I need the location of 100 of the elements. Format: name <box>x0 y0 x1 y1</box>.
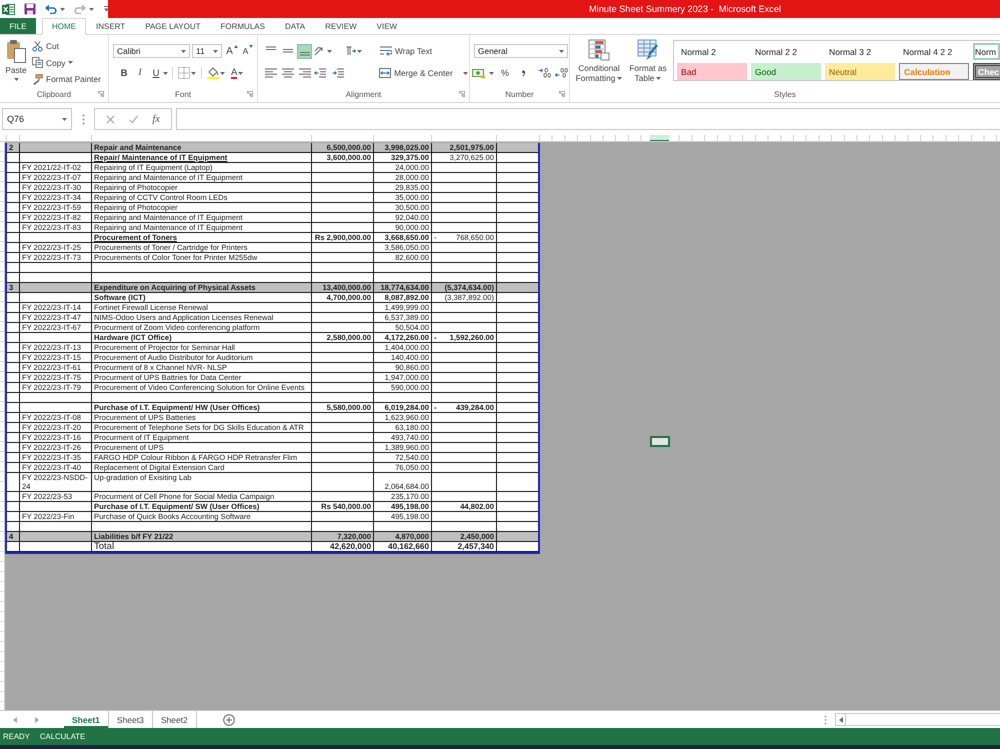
dialog-launcher-icon[interactable] <box>459 91 465 97</box>
caret-icon <box>89 8 94 10</box>
format-painter-button[interactable]: Format Painter <box>32 72 101 86</box>
group-label: Alignment <box>346 90 382 98</box>
checkmark-icon <box>129 114 138 124</box>
enter-button[interactable] <box>129 114 138 124</box>
align-left-button[interactable] <box>263 66 278 80</box>
wrap-text-button[interactable]: Wrap Text <box>379 44 434 58</box>
ribbon-tab[interactable]: INSERT <box>86 18 136 34</box>
insert-function-button[interactable]: fx <box>152 114 160 124</box>
cell-style-option[interactable]: Neutral <box>825 63 895 80</box>
drag-handle-icon <box>824 714 827 724</box>
formula-input[interactable] <box>176 108 1000 130</box>
orientation-button[interactable] <box>313 44 333 58</box>
bold-button[interactable]: B <box>117 66 131 80</box>
ribbon-tab[interactable]: HOME <box>42 18 86 35</box>
fill-color-button[interactable] <box>206 66 226 80</box>
decrease-decimal-button[interactable] <box>555 66 569 80</box>
caret-icon <box>656 77 662 80</box>
align-center-icon <box>282 68 294 78</box>
name-box[interactable]: Q76 <box>2 108 72 130</box>
undo-button[interactable] <box>45 4 65 14</box>
paintbrush-icon <box>32 74 43 84</box>
undo-icon <box>45 4 57 14</box>
bottom-align-button[interactable] <box>297 44 312 58</box>
group-label: Clipboard <box>36 90 72 98</box>
clipboard-icon <box>6 39 26 63</box>
shrink-font-button[interactable]: A <box>241 44 255 58</box>
align-right-button[interactable] <box>297 66 312 80</box>
left-triangle-icon <box>13 716 17 722</box>
merge-cells-icon <box>379 68 392 78</box>
paint-bucket-icon <box>207 67 219 79</box>
redo-icon <box>74 4 86 14</box>
increase-decimal-icon <box>538 68 552 78</box>
group-label: Number <box>505 90 534 98</box>
comma-icon <box>520 68 526 78</box>
align-right-icon <box>298 68 310 78</box>
selected-column-header <box>650 135 669 141</box>
cancel-button[interactable] <box>106 114 116 124</box>
banknote-icon <box>472 68 486 78</box>
font-size-dropdown[interactable]: 11 <box>192 44 222 58</box>
colored-bars-table-icon <box>588 39 610 61</box>
outdent-icon <box>314 68 326 78</box>
ribbon-tab[interactable]: FORMULAS <box>210 18 275 34</box>
dialog-launcher-icon[interactable] <box>247 91 253 97</box>
table-cell: Total <box>92 542 312 551</box>
merge-center-button[interactable]: Merge & Center <box>378 66 470 80</box>
wrap-text-icon <box>380 46 392 56</box>
accounting-format-button[interactable] <box>474 66 492 80</box>
dialog-launcher-icon[interactable] <box>98 91 104 97</box>
copy-icon <box>32 57 43 68</box>
new-sheet-button[interactable] <box>222 711 235 728</box>
increase-decimal-button[interactable] <box>538 66 552 80</box>
font-name-dropdown[interactable]: Calibri <box>113 44 190 58</box>
active-cell[interactable] <box>650 436 670 447</box>
paragraph-arrow-icon <box>344 46 356 56</box>
ribbon-tab[interactable]: VIEW <box>366 18 408 34</box>
cell-style-option[interactable]: Good <box>751 63 821 80</box>
italic-button[interactable]: I <box>133 66 147 80</box>
font-color-button[interactable]: A <box>230 66 244 80</box>
horizontal-scrollbar[interactable] <box>835 713 1000 726</box>
increase-indent-button[interactable] <box>330 66 345 80</box>
align-center-button[interactable] <box>280 66 295 80</box>
caret-icon <box>220 72 225 74</box>
caret-icon <box>163 72 168 74</box>
paste-button[interactable]: Paste <box>3 39 29 88</box>
group-label: Font <box>174 90 191 98</box>
redo-button[interactable] <box>74 4 94 14</box>
save-button[interactable] <box>24 3 36 15</box>
percent-style-button[interactable]: % <box>498 66 512 80</box>
window-title: Minute Sheet Summery 2023 - Microsoft Excel <box>589 4 781 14</box>
drag-handle-icon <box>82 114 84 124</box>
caret-icon <box>60 8 65 10</box>
align-left-icon <box>264 68 276 78</box>
caret-icon <box>238 72 244 74</box>
borders-button[interactable] <box>177 66 197 80</box>
decrease-indent-button[interactable] <box>312 66 327 80</box>
dialog-launcher-icon[interactable] <box>559 91 565 97</box>
conditional-formatting-button[interactable]: Conditional Formatting <box>573 39 625 88</box>
caret-icon <box>181 50 186 52</box>
plus-circle-icon <box>222 714 235 726</box>
number-format-dropdown[interactable]: General <box>474 44 568 58</box>
cell-style-option[interactable]: Norm <box>973 43 1000 60</box>
table-brush-icon <box>637 39 659 61</box>
underline-button[interactable]: U <box>149 66 163 80</box>
format-as-table-button[interactable]: Format as Table <box>627 39 669 88</box>
cancel-icon <box>106 114 116 124</box>
copy-button[interactable]: Copy <box>32 56 101 70</box>
file-menu-tab[interactable]: FILE <box>0 18 36 34</box>
table-cell: 42,620,000 <box>312 542 374 551</box>
cut-button[interactable]: Cut <box>32 39 101 53</box>
ribbon-tab[interactable]: DATA <box>274 18 316 34</box>
ribbon-tab[interactable]: REVIEW <box>315 18 367 34</box>
cell-style-option[interactable]: Bad <box>677 63 747 80</box>
grow-font-button[interactable]: A <box>225 44 239 58</box>
caret-icon <box>357 50 362 52</box>
ribbon-tab[interactable]: PAGE LAYOUT <box>135 18 210 34</box>
caret-icon <box>104 6 109 12</box>
customize-toolbar-button[interactable] <box>104 6 109 12</box>
caret-icon <box>68 61 74 64</box>
